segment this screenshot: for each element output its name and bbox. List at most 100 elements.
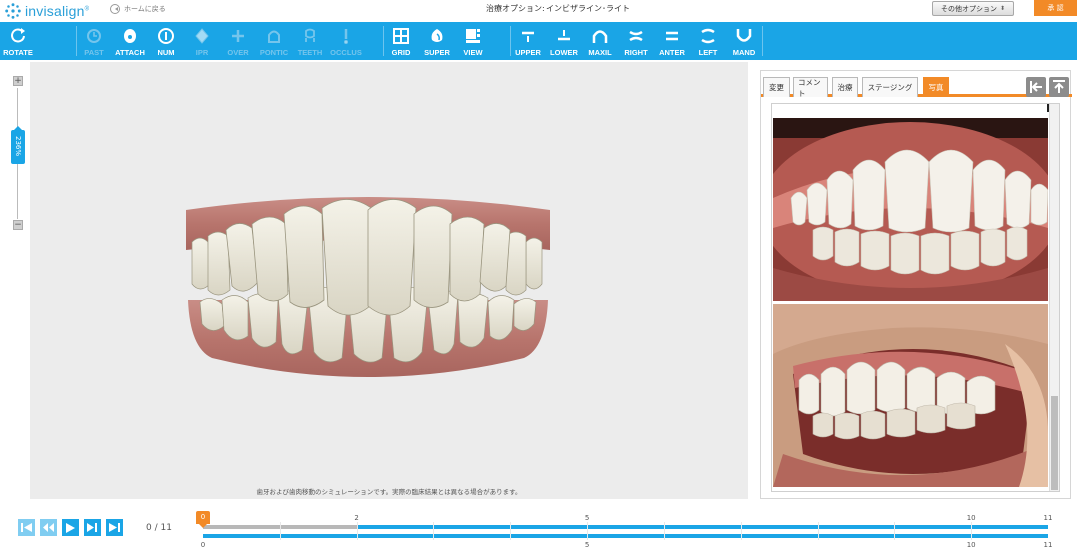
stage-tick — [587, 522, 589, 540]
toolbar-past-button[interactable]: PAST — [76, 22, 112, 60]
view-toolbar: ROTATE PAST ATTACH NUM IPR OVER PONTIC TEETH OCC… — [0, 22, 1077, 60]
toolbar-separator — [510, 26, 511, 56]
zoom-value: 236% — [14, 135, 22, 156]
toolbar-lower-button[interactable]: LOWER — [546, 22, 582, 60]
approve-button[interactable]: 承 認 — [1034, 0, 1077, 16]
other-options-dropdown[interactable]: その他オプション ⬍ — [932, 1, 1014, 16]
toolbar-anter-button[interactable]: ANTER — [654, 22, 690, 60]
superimpose-icon — [428, 27, 446, 45]
lower-stage-label: 10 — [966, 541, 976, 549]
toolbar-upper-button[interactable]: UPPER — [510, 22, 546, 60]
toolbar-ipr-button[interactable]: IPR — [184, 22, 220, 60]
toolbar-over-button[interactable]: OVER — [220, 22, 256, 60]
upper-stage-label: 10 — [966, 514, 976, 522]
stage-tick — [279, 522, 281, 540]
stage-timeline[interactable]: 0 2 5 10 11 0 5 10 11 — [195, 508, 1055, 552]
mandibular-icon — [735, 27, 753, 45]
current-stage-marker[interactable]: 0 — [196, 511, 210, 528]
toolbar-right-button[interactable]: RIGHT — [618, 22, 654, 60]
stage-tick — [433, 522, 435, 540]
toolbar-separator — [76, 26, 77, 56]
ipr-icon — [193, 27, 211, 45]
zoom-slider[interactable]: + 236% − — [11, 74, 25, 230]
toolbar-num-button[interactable]: NUM — [148, 22, 184, 60]
overcorrection-icon — [229, 27, 247, 45]
dental-arch-model[interactable] — [182, 190, 554, 386]
pontic-icon — [265, 27, 283, 45]
photos-scrollbar[interactable] — [1049, 104, 1059, 491]
stage-tick — [740, 522, 742, 540]
patient-photos[interactable] — [771, 103, 1060, 492]
side-panel: 変更 コメント 治療 ステージング 写真 — [760, 70, 1072, 499]
toolbar-teeth-button[interactable]: TEETH — [292, 22, 328, 60]
toolbar-button-label: OCCLUS — [330, 48, 362, 57]
app-window: invisalign® ホームに戻る 治療オプション: インビザライン･ライト … — [0, 0, 1077, 556]
occlusion-icon — [337, 27, 355, 45]
upper-stage-label: 2 — [354, 514, 359, 522]
upper-stage-label: 5 — [584, 514, 590, 522]
upper-stage-track[interactable] — [203, 525, 1048, 529]
toolbar-button-label: LEFT — [698, 48, 718, 57]
other-options-label: その他オプション — [940, 4, 997, 13]
attachment-icon — [121, 27, 139, 45]
toolbar-button-label: MAXIL — [588, 48, 612, 57]
zoom-out-icon[interactable]: − — [13, 220, 23, 230]
tab-photos[interactable]: 写真 — [923, 77, 949, 97]
toolbar-pontic-button[interactable]: PONTIC — [256, 22, 292, 60]
intraoral-photo-lateral[interactable] — [773, 304, 1048, 487]
play-icon[interactable] — [62, 519, 79, 536]
toolbar-button-label: UPPER — [515, 48, 541, 57]
tab-comments[interactable]: コメント — [793, 77, 828, 98]
tab-treatment[interactable]: 治療 — [832, 77, 858, 97]
lower-stage-label: 11 — [1043, 541, 1053, 549]
last-stage-icon[interactable] — [106, 519, 123, 536]
toolbar-mand-button[interactable]: MAND — [726, 22, 762, 60]
tab-changes[interactable]: 変更 — [763, 77, 790, 97]
zoom-handle[interactable]: 236% — [11, 126, 25, 164]
collapse-left-icon[interactable] — [1026, 77, 1046, 97]
toolbar-attach-button[interactable]: ATTACH — [112, 22, 148, 60]
grid-icon — [392, 27, 410, 45]
move-top-icon[interactable] — [1049, 77, 1069, 97]
toolbar-occlus-button[interactable]: OCCLUS — [328, 22, 364, 60]
history-icon — [85, 27, 103, 45]
3d-model-viewer[interactable]: 歯牙および歯肉移動のシミュレーションです。実際の臨床結果とは異なる場合があります… — [30, 62, 748, 499]
treatment-option-label: 治療オプション: — [486, 4, 545, 13]
toolbar-separator — [762, 26, 763, 56]
maxillary-icon — [591, 27, 609, 45]
intraoral-photo-frontal[interactable] — [773, 118, 1048, 301]
toolbar-left-button[interactable]: LEFT — [690, 22, 726, 60]
first-stage-icon[interactable] — [18, 519, 35, 536]
toolbar-rotate-button[interactable]: ROTATE — [0, 22, 36, 60]
updown-caret-icon: ⬍ — [999, 5, 1006, 12]
zoom-in-icon[interactable]: + — [13, 76, 23, 86]
number-icon — [157, 27, 175, 45]
stage-tick — [663, 522, 665, 540]
toolbar-button-label: GRID — [391, 48, 411, 57]
stage-tick — [356, 522, 358, 540]
toolbar-button-label: ATTACH — [115, 48, 145, 57]
stage-tick — [817, 522, 819, 540]
toolbar-button-label: ANTER — [659, 48, 685, 57]
upper-jaw-icon — [519, 27, 537, 45]
panel-tabs: 変更 コメント 治療 ステージング 写真 — [761, 75, 1072, 98]
lower-stage-track[interactable] — [203, 534, 1048, 538]
right-view-icon — [627, 27, 645, 45]
toolbar-view-button[interactable]: VIEW — [455, 22, 491, 60]
rotate-icon — [9, 27, 27, 45]
toolbar-button-label: TEETH — [297, 48, 323, 57]
stage-tick — [894, 522, 896, 540]
anterior-view-icon — [663, 27, 681, 45]
toolbar-super-button[interactable]: SUPER — [419, 22, 455, 60]
toolbar-grid-button[interactable]: GRID — [383, 22, 419, 60]
toolbar-button-label: PONTIC — [259, 48, 289, 57]
view-icon — [464, 27, 482, 45]
home-link[interactable]: ホームに戻る — [110, 4, 166, 14]
previous-stage-icon[interactable] — [40, 519, 57, 536]
toolbar-maxil-button[interactable]: MAXIL — [582, 22, 618, 60]
next-stage-icon[interactable] — [84, 519, 101, 536]
simulation-disclaimer: 歯牙および歯肉移動のシミュレーションです。実際の臨床結果とは異なる場合があります… — [256, 488, 522, 496]
tab-staging[interactable]: ステージング — [862, 77, 918, 97]
scrollbar-thumb[interactable] — [1051, 396, 1058, 490]
stage-counter: 0 / 11 — [146, 523, 172, 533]
